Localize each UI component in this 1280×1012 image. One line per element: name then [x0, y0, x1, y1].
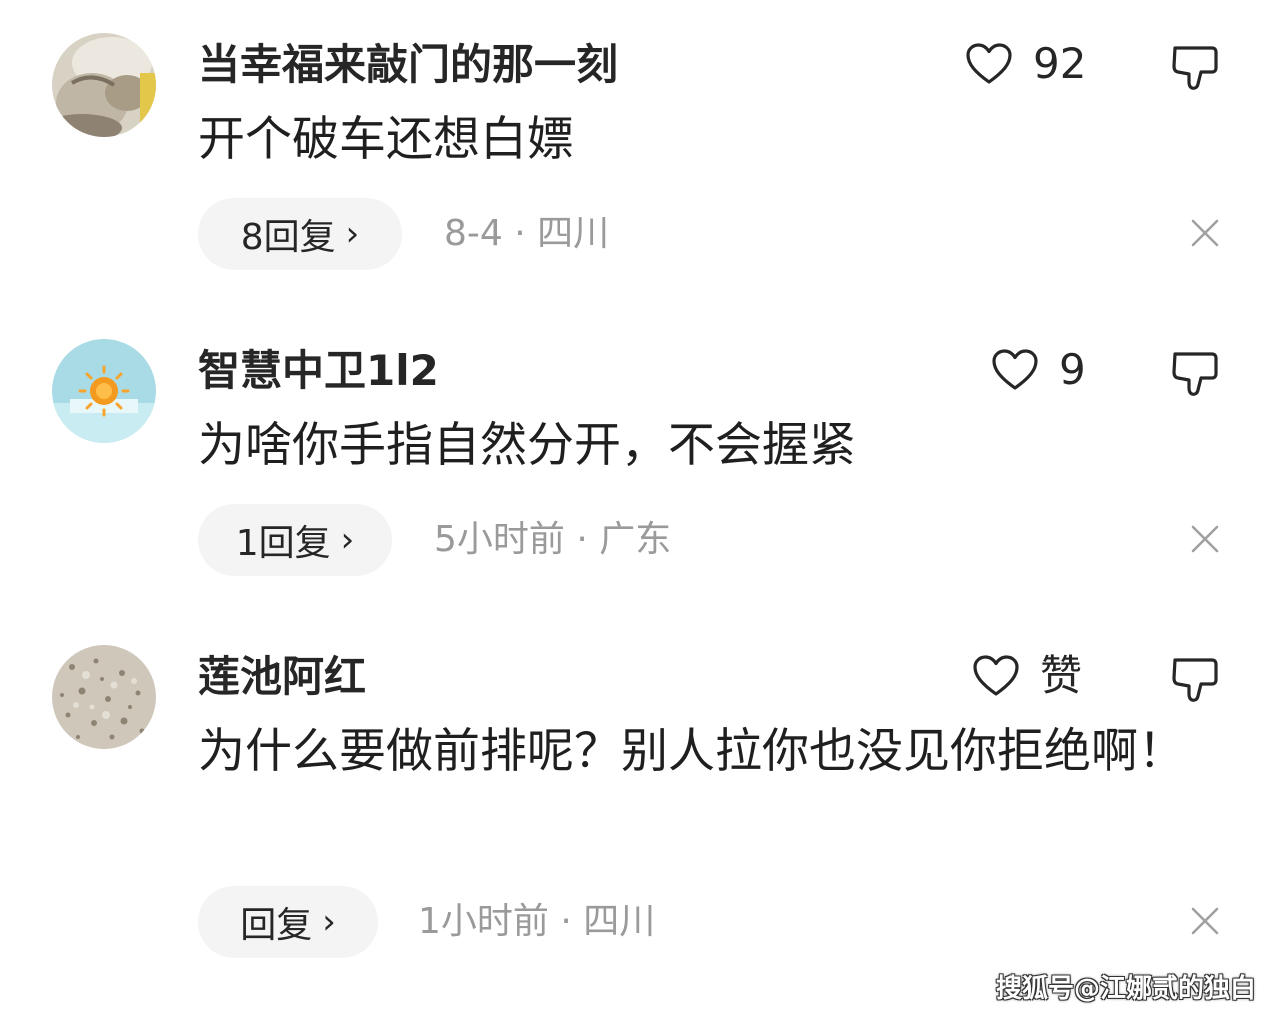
chevron-right-icon: ›	[345, 214, 360, 254]
close-icon	[1191, 525, 1219, 553]
close-icon	[1191, 219, 1219, 247]
dismiss-button[interactable]	[1190, 218, 1220, 248]
dislike-button[interactable]	[1170, 350, 1220, 398]
comment-meta: 1小时前 · 四川	[418, 901, 656, 942]
dislike-button[interactable]	[1170, 656, 1220, 704]
dismiss-button[interactable]	[1190, 906, 1220, 936]
reply-label: 8回复	[240, 217, 336, 258]
comment-text: 为什么要做前排呢？别人拉你也没见你拒绝啊！	[198, 724, 1185, 779]
chevron-right-icon: ›	[340, 520, 355, 560]
like-button[interactable]: 9	[991, 348, 1086, 392]
avatar[interactable]	[52, 645, 156, 749]
avatar[interactable]	[52, 339, 156, 443]
username[interactable]: 当幸福来敲门的那一刻	[198, 44, 618, 86]
comment-text: 开个破车还想白嫖	[198, 112, 574, 167]
heart-icon	[992, 349, 1038, 390]
comment-meta: 8-4 · 四川	[444, 213, 610, 254]
reply-button[interactable]: 1回复 ›	[198, 504, 392, 576]
chevron-right-icon: ›	[322, 902, 336, 942]
avatar[interactable]	[52, 33, 156, 137]
like-count: 92	[1033, 39, 1087, 88]
texture-photo-avatar-icon	[52, 645, 156, 749]
reply-label: 1回复	[235, 523, 331, 564]
dislike-button[interactable]	[1170, 44, 1220, 92]
cat-photo-avatar-icon	[52, 33, 156, 137]
username[interactable]: 莲池阿红	[198, 656, 366, 698]
heart-icon	[973, 655, 1019, 696]
comment-meta: 5小时前 · 广东	[434, 519, 672, 560]
thumbs-down-icon	[1172, 352, 1218, 396]
reply-button[interactable]: 8回复 ›	[198, 198, 402, 270]
watermark: 搜狐号@江娜贰的独白	[996, 974, 1257, 1004]
heart-icon	[966, 43, 1012, 84]
sun-photo-avatar-icon	[52, 339, 156, 443]
close-icon	[1191, 907, 1219, 935]
comment-text: 为啥你手指自然分开，不会握紧	[198, 418, 856, 473]
like-button[interactable]: 92	[965, 42, 1086, 86]
like-count: 赞	[1040, 651, 1083, 700]
thumbs-down-icon	[1172, 658, 1218, 702]
like-button[interactable]: 赞	[972, 654, 1082, 698]
username[interactable]: 智慧中卫1l2	[198, 350, 439, 392]
reply-button[interactable]: 回复 ›	[198, 886, 378, 958]
thumbs-down-icon	[1172, 46, 1218, 90]
dismiss-button[interactable]	[1190, 524, 1220, 554]
like-count: 9	[1059, 345, 1086, 394]
reply-label: 回复	[240, 905, 313, 946]
